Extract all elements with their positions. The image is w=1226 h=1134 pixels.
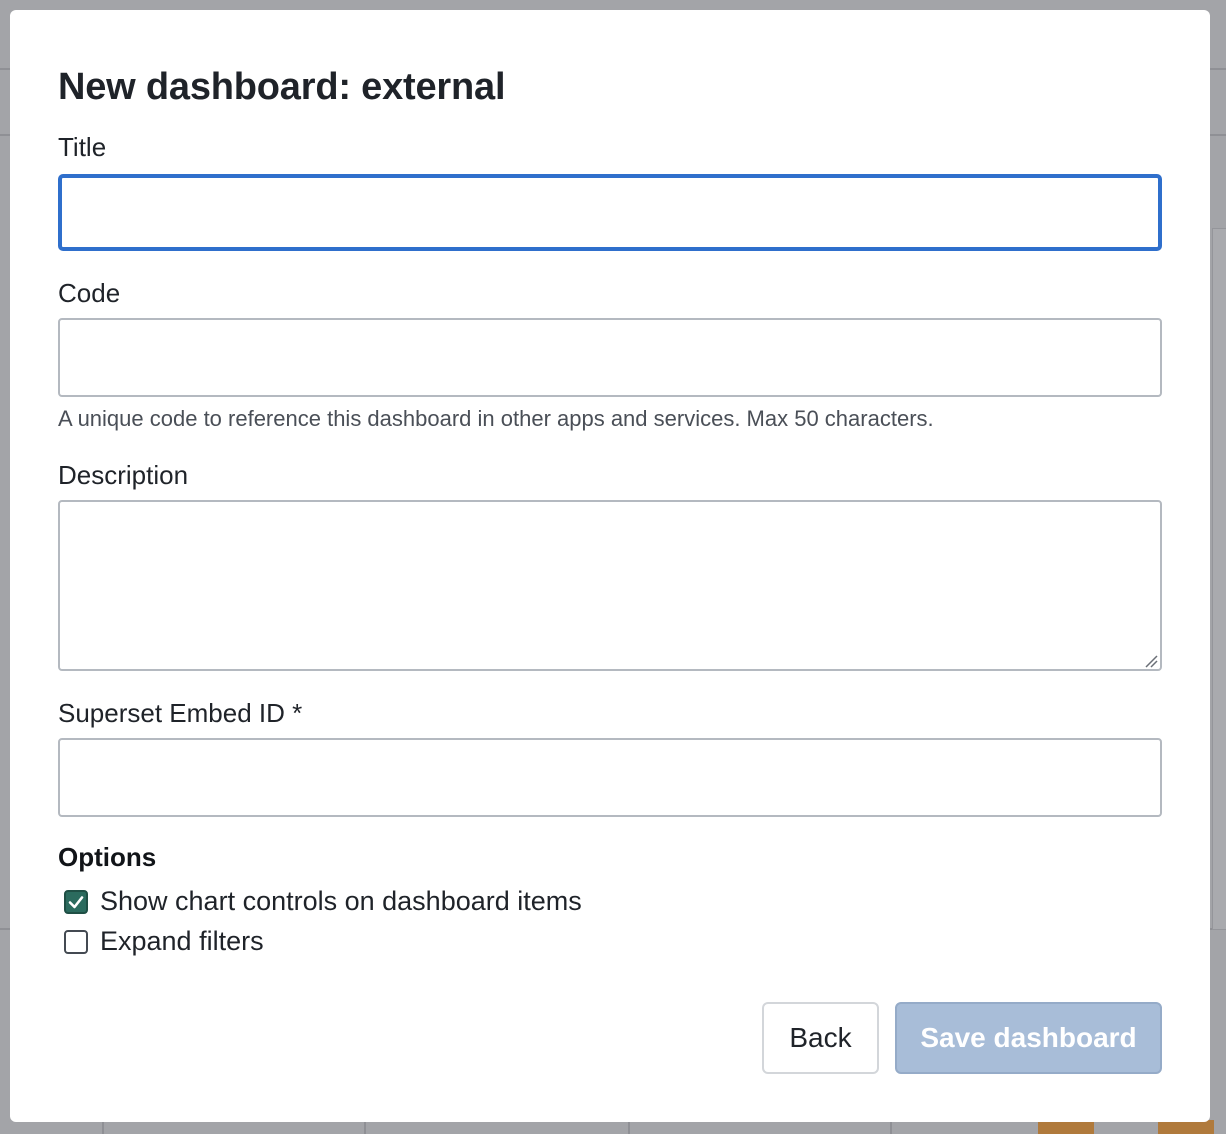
background-chart-bar	[1038, 1120, 1094, 1134]
options-heading: Options	[58, 842, 157, 872]
option-expand-filters[interactable]: Expand filters	[64, 926, 264, 957]
background-divider	[364, 1120, 366, 1134]
code-label: Code	[58, 278, 121, 308]
title-label: Title	[58, 132, 107, 162]
title-input[interactable]	[58, 174, 1162, 251]
embed-id-label: Superset Embed ID *	[58, 698, 303, 728]
option-show-chart-controls[interactable]: Show chart controls on dashboard items	[64, 886, 582, 917]
description-label: Description	[58, 460, 189, 490]
code-help-text: A unique code to reference this dashboar…	[58, 406, 934, 431]
new-dashboard-modal: New dashboard: external Title Code A uni…	[10, 10, 1210, 1122]
background-chart-bar	[1158, 1120, 1214, 1134]
checkbox-unchecked[interactable]	[64, 929, 88, 954]
back-button[interactable]: Back	[762, 1002, 879, 1074]
embed-id-input[interactable]	[58, 738, 1162, 817]
checkbox-checked[interactable]	[64, 889, 88, 914]
description-textarea[interactable]	[58, 500, 1162, 671]
background-divider	[628, 1120, 630, 1134]
code-input[interactable]	[58, 318, 1162, 397]
resize-handle-icon[interactable]	[1144, 654, 1158, 668]
background-divider	[102, 1120, 104, 1134]
modal-title: New dashboard: external	[58, 66, 506, 108]
checkbox-label: Show chart controls on dashboard items	[100, 886, 582, 916]
save-dashboard-button[interactable]: Save dashboard	[895, 1002, 1162, 1074]
background-divider	[890, 1120, 892, 1134]
checkbox-label: Expand filters	[100, 926, 264, 956]
checkmark-icon	[68, 895, 84, 908]
background-card	[1212, 228, 1226, 930]
